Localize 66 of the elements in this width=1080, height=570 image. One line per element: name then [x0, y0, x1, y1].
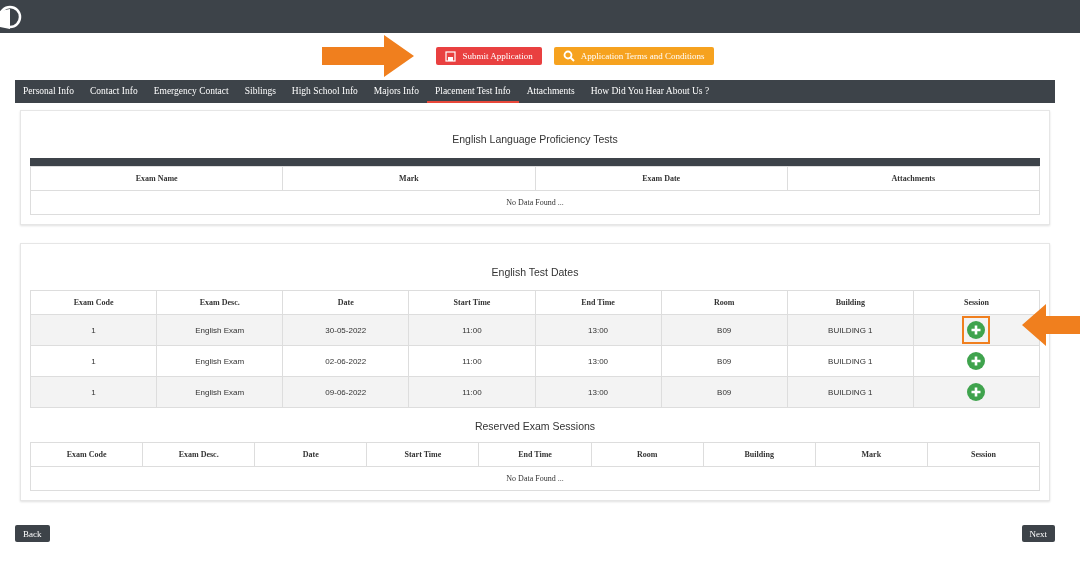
column-header: Exam Code [30, 442, 143, 467]
table-cell: 1 [30, 345, 157, 377]
annotation-arrow-icon [322, 35, 414, 77]
submit-application-button[interactable]: Submit Application [436, 47, 542, 65]
column-header: Exam Date [535, 166, 788, 191]
table-cell: BUILDING 1 [787, 314, 914, 346]
table-cell: 13:00 [535, 314, 662, 346]
column-header: Attachments [787, 166, 1040, 191]
add-session-icon[interactable] [967, 383, 986, 401]
add-session-icon[interactable] [967, 321, 986, 339]
tab[interactable]: Placement Test Info [426, 80, 519, 103]
table-cell: English Exam [156, 314, 283, 346]
table-cell: 13:00 [535, 376, 662, 408]
empty-message: No Data Found ... [30, 466, 1040, 491]
column-header: Session [927, 442, 1040, 467]
table-cell: 30-05-2022 [282, 314, 409, 346]
section-title: English Test Dates [490, 265, 580, 280]
search-icon [562, 50, 575, 62]
column-header: Room [661, 290, 788, 315]
tab[interactable]: Emergency Contact [145, 80, 237, 103]
column-header: Mark [282, 166, 535, 191]
column-header: Date [282, 290, 409, 315]
tab[interactable]: Attachments [518, 80, 583, 103]
column-header: Exam Name [30, 166, 283, 191]
add-session-icon[interactable] [967, 352, 986, 370]
column-header: Exam Desc. [156, 290, 283, 315]
table-cell: 09-06-2022 [282, 376, 409, 408]
column-header: Building [787, 290, 914, 315]
table-cell: 11:00 [408, 345, 535, 377]
tab[interactable]: Personal Info [15, 80, 82, 103]
table-cell: English Exam [156, 345, 283, 377]
tab[interactable]: Majors Info [365, 80, 427, 103]
tab[interactable]: How Did You Hear About Us ? [582, 80, 718, 103]
table-cell: B09 [661, 376, 788, 408]
tab[interactable]: Contact Info [81, 80, 146, 103]
empty-message: No Data Found ... [30, 190, 1040, 215]
column-header: End Time [535, 290, 662, 315]
table-cell: English Exam [156, 376, 283, 408]
section-title: Reserved Exam Sessions [473, 419, 597, 434]
table-cell: B09 [661, 314, 788, 346]
table-cell: 11:00 [408, 376, 535, 408]
save-icon [445, 50, 457, 62]
tab[interactable]: High School Info [283, 80, 366, 103]
column-header: Mark [815, 442, 928, 467]
table-cell: 11:00 [408, 314, 535, 346]
table-cell: BUILDING 1 [787, 376, 914, 408]
table-cell: 13:00 [535, 345, 662, 377]
table-cell: 1 [30, 314, 157, 346]
column-header: Start Time [408, 290, 535, 315]
column-header: Session [913, 290, 1040, 315]
tab[interactable]: Siblings [236, 80, 284, 103]
next-button[interactable]: Next [1021, 525, 1055, 542]
column-header: Start Time [366, 442, 479, 467]
section-title: English Language Proficiency Tests [451, 132, 619, 147]
table-cell: B09 [661, 345, 788, 377]
column-header: Exam Desc. [142, 442, 255, 467]
table-cell: 02-06-2022 [282, 345, 409, 377]
column-header: Exam Code [30, 290, 157, 315]
back-button[interactable]: Back [15, 525, 50, 542]
column-header: Room [591, 442, 704, 467]
table-cell: 1 [30, 376, 157, 408]
column-header: Building [703, 442, 816, 467]
annotation-arrow-icon [1022, 304, 1080, 346]
table-cell: BUILDING 1 [787, 345, 914, 377]
column-header: Date [254, 442, 367, 467]
column-header: End Time [478, 442, 592, 467]
